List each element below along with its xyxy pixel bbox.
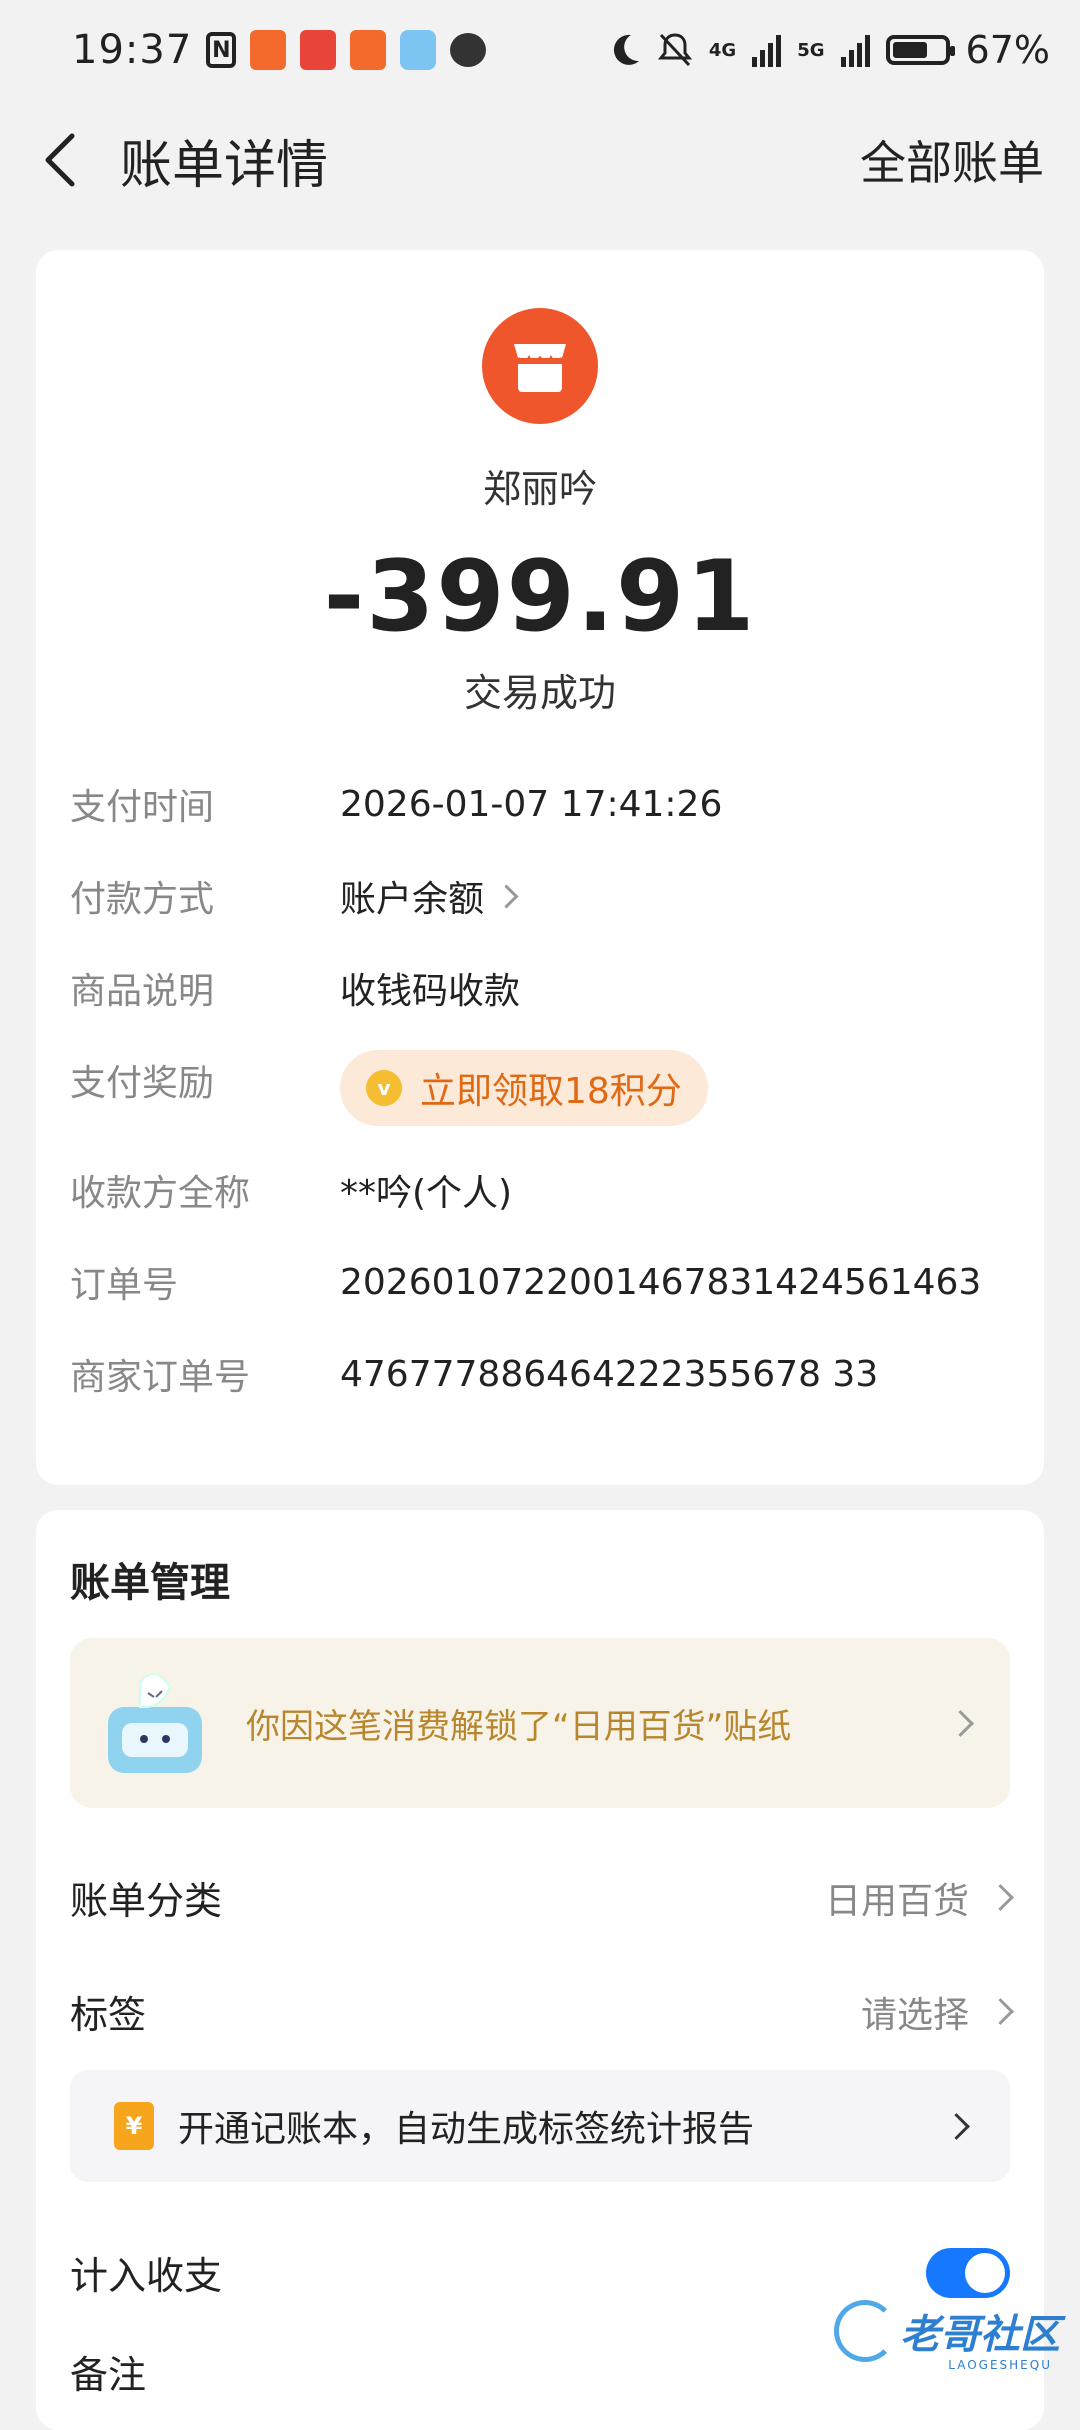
bill-detail-card: 郑丽吟 -399.91 交易成功 支付时间 2026-01-07 17:41:2… — [36, 250, 1044, 1485]
chevron-right-icon — [987, 1998, 1014, 2025]
tag-value: 请选择 — [860, 1994, 969, 2036]
detail-value: 账户余额 — [340, 879, 485, 920]
detail-label: 支付奖励 — [70, 1063, 215, 1104]
app-notification-icon — [300, 30, 337, 70]
detail-label: 支付时间 — [70, 787, 215, 828]
detail-label: 商品说明 — [70, 971, 215, 1012]
signal-icon — [840, 33, 870, 67]
detail-value: 2026-01-07 17:41:26 — [340, 783, 723, 825]
detail-label: 商家订单号 — [70, 1357, 251, 1398]
store-glyph-icon — [514, 344, 566, 392]
tissue-box-sticker-icon — [100, 1663, 210, 1783]
detail-row-payment-method[interactable]: 付款方式 账户余额 — [70, 870, 519, 922]
detail-row-product: 商品说明 收钱码收款 — [70, 962, 520, 1014]
status-right: 4G 5G 67% — [609, 28, 1050, 72]
battery-percent: 67% — [965, 28, 1050, 72]
bill-category-value: 日用百货 — [824, 1880, 969, 1922]
ledger-icon: ¥ — [114, 2102, 154, 2150]
watermark-subtext: LAOGESHEQU — [948, 2358, 1052, 2372]
sticker-unlock-banner[interactable]: 你因这笔消费解锁了“日用百货”贴纸 — [70, 1638, 1010, 1808]
section-title: 账单管理 — [70, 1560, 230, 1606]
note-label: 备注 — [70, 2353, 147, 2397]
toggle-knob — [965, 2252, 1005, 2293]
all-bills-link[interactable]: 全部账单 — [860, 127, 1044, 193]
ledger-promo-banner[interactable]: ¥ 开通记账本，自动生成标签统计报告 — [70, 2070, 1010, 2182]
moon-icon — [613, 34, 639, 65]
detail-label: 订单号 — [70, 1265, 179, 1306]
tag-row[interactable]: 标签 请选择 — [70, 1984, 1014, 2039]
watermark-text: 老哥社区 — [900, 2312, 1060, 2358]
detail-label: 付款方式 — [70, 879, 215, 920]
watermark-swirl-icon — [834, 2300, 896, 2362]
detail-value: 收钱码收款 — [340, 971, 521, 1012]
detail-row-order-no: 订单号 2026010722001467831424561463 — [70, 1256, 981, 1308]
detail-value: 2026010722001467831424561463 — [340, 1261, 982, 1303]
bill-management-card: 账单管理 你因这笔消费解锁了“日用百货”贴纸 账单分类 日用百货 标签 请选择 … — [36, 1510, 1044, 2430]
merchant-name: 郑丽吟 — [482, 467, 597, 511]
include-in-stats-row: 计入收支 — [70, 2245, 1010, 2300]
network-4g-label: 4G — [708, 39, 737, 61]
chevron-right-icon — [494, 883, 519, 909]
signal-icon — [752, 33, 782, 67]
detail-value: **吟(个人) — [340, 1173, 513, 1214]
weather-icon — [400, 30, 437, 70]
network-5g-label: 5G — [797, 39, 825, 61]
message-icon — [450, 33, 487, 67]
page-title: 账单详情 — [120, 135, 329, 196]
app-notification-icon — [250, 30, 287, 70]
back-button[interactable] — [30, 130, 90, 190]
ledger-promo-text: 开通记账本，自动生成标签统计报告 — [178, 2109, 755, 2150]
status-left: 19:37 N — [72, 27, 487, 73]
coin-icon: v — [366, 1070, 402, 1106]
include-in-stats-label: 计入收支 — [70, 2254, 223, 2298]
sticker-unlock-text: 你因这笔消费解锁了“日用百货”贴纸 — [246, 1706, 792, 1747]
claim-points-button[interactable]: v 立即领取18积分 — [340, 1050, 708, 1126]
detail-value: 476777886464222355678 33 — [340, 1353, 879, 1395]
back-arrow-icon — [45, 133, 75, 187]
store-icon — [482, 308, 598, 424]
top-nav: 账单详情 全部账单 — [0, 110, 1080, 210]
detail-row-payee: 收款方全称 **吟(个人) — [70, 1164, 512, 1216]
detail-row-reward: 支付奖励 v 立即领取18积分 — [70, 1050, 708, 1126]
include-in-stats-toggle[interactable] — [926, 2247, 1010, 2298]
chevron-right-icon — [987, 1884, 1014, 1911]
watermark-logo: 老哥社区 LAOGESHEQU — [834, 2300, 1060, 2372]
status-bar: 19:37 N 4G 5G 67% — [0, 0, 1080, 100]
status-time: 19:37 — [72, 27, 193, 73]
app-notification-icon — [350, 30, 387, 70]
claim-points-label: 立即领取18积分 — [420, 1071, 682, 1112]
nav-left: 账单详情 — [30, 123, 328, 198]
chevron-right-icon — [943, 2112, 970, 2140]
bill-category-row[interactable]: 账单分类 日用百货 — [70, 1870, 1014, 1925]
mute-bell-icon — [657, 33, 693, 67]
detail-row-merchant-order-no: 商家订单号 476777886464222355678 33 — [70, 1348, 878, 1400]
battery-icon — [885, 35, 955, 65]
tag-label: 标签 — [70, 1993, 147, 2037]
transaction-status: 交易成功 — [463, 671, 616, 715]
nfc-icon: N — [206, 32, 237, 68]
chevron-right-icon — [947, 1709, 974, 1737]
detail-row-pay-time: 支付时间 2026-01-07 17:41:26 — [70, 778, 722, 830]
detail-label: 收款方全称 — [70, 1173, 251, 1214]
transaction-amount: -399.91 — [323, 540, 757, 654]
bill-category-label: 账单分类 — [70, 1879, 223, 1923]
